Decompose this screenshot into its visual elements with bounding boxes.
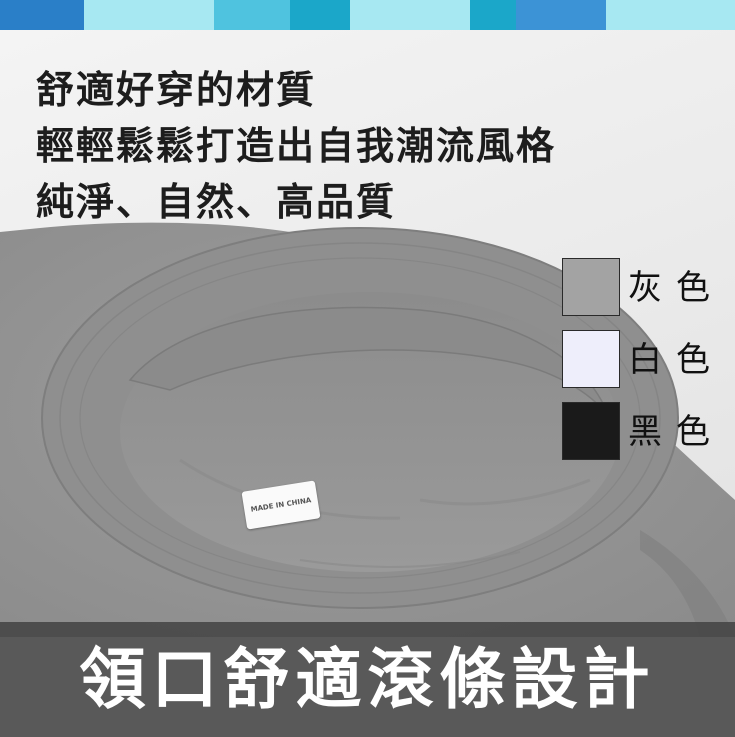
color-bar-segment bbox=[84, 0, 214, 30]
color-bar-segment bbox=[0, 0, 84, 30]
headline-line-3: 純淨、自然、高品質 bbox=[36, 180, 397, 224]
top-color-bar bbox=[0, 0, 735, 30]
headline-line-1: 舒適好穿的材質 bbox=[36, 68, 317, 112]
swatch-label: 黑色 bbox=[628, 412, 724, 452]
swatch-gray: 灰色 bbox=[562, 258, 722, 318]
color-bar-segment bbox=[606, 0, 735, 30]
color-bar-segment bbox=[350, 0, 470, 30]
swatch-label: 灰色 bbox=[628, 268, 724, 308]
swatch-black: 黑色 bbox=[562, 402, 722, 462]
color-bar-segment bbox=[214, 0, 290, 30]
headline-line-2: 輕輕鬆鬆打造出自我潮流風格 bbox=[36, 124, 557, 168]
swatch-color-box bbox=[562, 402, 620, 460]
tag-text: MADE IN CHINA bbox=[250, 496, 312, 514]
color-bar-segment bbox=[470, 0, 516, 30]
swatch-color-box bbox=[562, 258, 620, 316]
bottom-caption-banner: 領口舒適滾條設計 bbox=[0, 622, 735, 737]
swatch-color-box bbox=[562, 330, 620, 388]
color-swatch-list: 灰色 白色 黑色 bbox=[562, 258, 722, 474]
color-bar-segment bbox=[516, 0, 606, 30]
banner-title: 領口舒適滾條設計 bbox=[79, 640, 656, 718]
swatch-label: 白色 bbox=[628, 340, 724, 380]
headline-block: 舒適好穿的材質 輕輕鬆鬆打造出自我潮流風格 純淨、自然、高品質 bbox=[36, 62, 556, 230]
color-bar-segment bbox=[290, 0, 350, 30]
swatch-white: 白色 bbox=[562, 330, 722, 390]
